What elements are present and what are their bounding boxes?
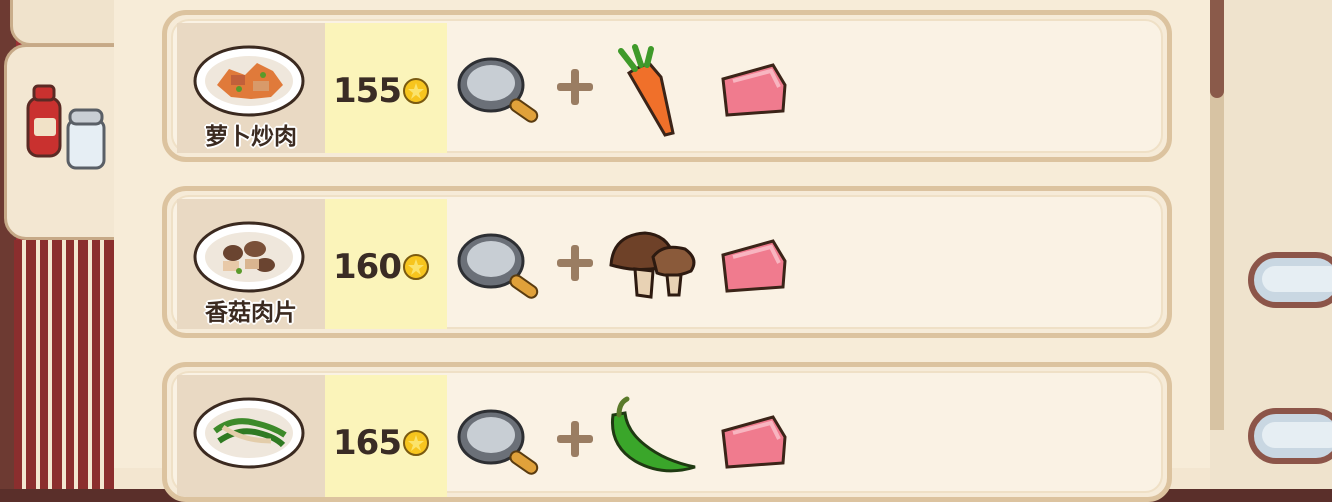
plus-icon [557,245,593,281]
mushroom-pork-dish-icon [193,221,305,293]
recipe-row[interactable]: 香菇肉片 160 [162,186,1172,338]
mushroom-icon [609,231,696,299]
dish-name: 萝卜炒肉 [205,124,297,150]
raw-meat-icon [721,63,787,117]
frying-pan-icon [457,233,539,299]
price-value: 165 [333,423,402,463]
binder-ring [1248,408,1332,468]
recipe-row[interactable]: 165 [162,362,1172,502]
plus-icon [557,69,593,105]
scrollbar-thumb[interactable] [1210,0,1224,98]
price-cell: 165 [325,375,447,497]
coin-icon [402,78,429,104]
dish-cell: 香菇肉片 [177,199,325,329]
seasoning-bottles-icon [26,84,106,170]
green-pepper-icon [610,396,696,473]
binder-ring [1248,252,1332,312]
carrot-pork-dish-icon [193,45,305,117]
dish-name: 香菇肉片 [205,300,297,326]
book-spine-stripes [14,240,114,489]
price-value: 160 [333,247,402,287]
price-cell: 155 [325,23,447,153]
raw-meat-icon [721,415,787,469]
frying-pan-icon [457,409,539,475]
coin-icon [402,430,429,456]
dish-cell: 萝卜炒肉 [177,23,325,153]
frying-pan-icon [457,57,539,123]
price-cell: 160 [325,199,447,329]
price-value: 155 [333,71,402,111]
raw-meat-icon [721,239,787,293]
carrot-icon [618,44,675,137]
pepper-pork-dish-icon [193,397,305,469]
dish-cell [177,375,325,497]
recipe-row[interactable]: 萝卜炒肉 155 [162,10,1172,162]
coin-icon [402,254,429,280]
plus-icon [557,421,593,457]
